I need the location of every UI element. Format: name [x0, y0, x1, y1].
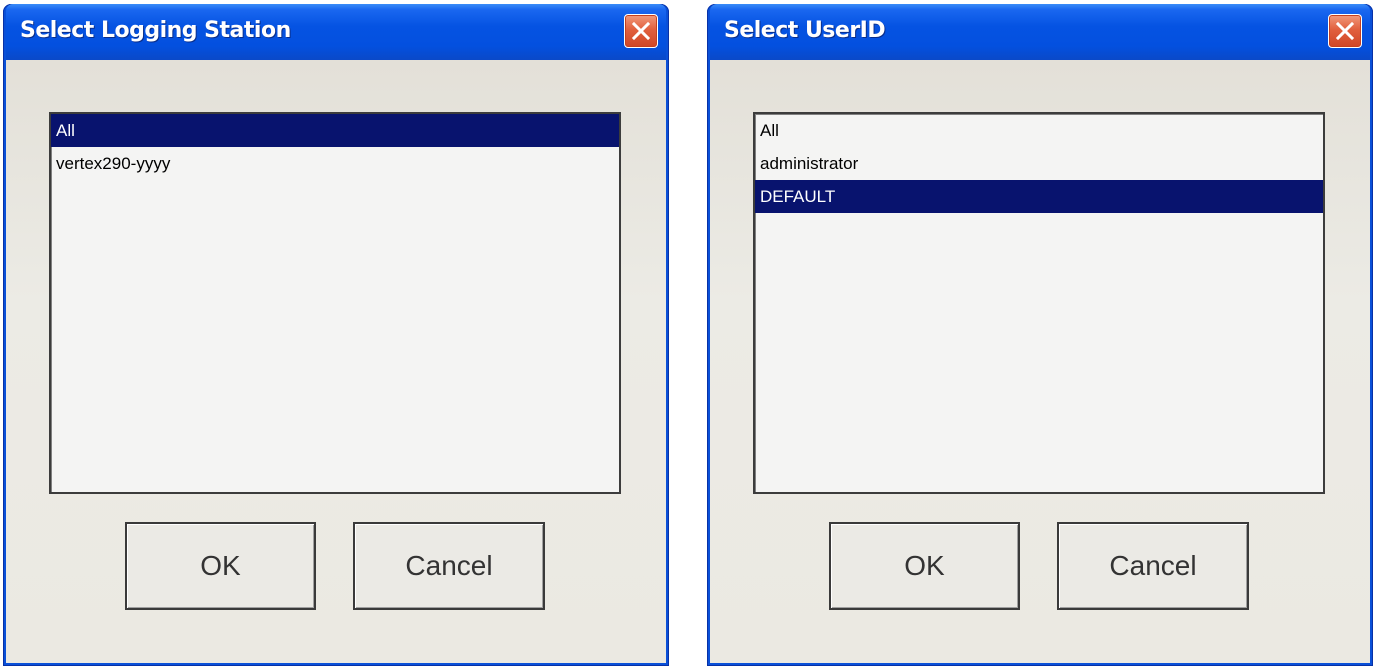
list-item[interactable]: administrator	[755, 147, 1323, 180]
ok-button[interactable]: OK	[125, 522, 316, 610]
station-listbox[interactable]: All vertex290-yyyy	[49, 112, 621, 494]
title-bar[interactable]: Select UserID	[710, 4, 1370, 60]
ok-button[interactable]: OK	[829, 522, 1020, 610]
close-icon	[1336, 22, 1354, 40]
title-bar[interactable]: Select Logging Station	[6, 4, 666, 60]
close-icon	[632, 22, 650, 40]
dialog-client-area: All vertex290-yyyy OK Cancel	[6, 60, 666, 663]
dialog-title: Select Logging Station	[20, 18, 291, 43]
list-item[interactable]: vertex290-yyyy	[51, 147, 619, 180]
userid-listbox[interactable]: All administrator DEFAULT	[753, 112, 1325, 494]
close-button[interactable]	[624, 14, 658, 48]
select-logging-station-dialog: Select Logging Station All vertex290-yyy…	[3, 4, 669, 666]
close-button[interactable]	[1328, 14, 1362, 48]
dialog-title: Select UserID	[724, 18, 886, 43]
select-userid-dialog: Select UserID All administrator DEFAULT …	[707, 4, 1373, 666]
list-item[interactable]: All	[755, 114, 1323, 147]
list-item[interactable]: DEFAULT	[755, 180, 1323, 213]
dialog-client-area: All administrator DEFAULT OK Cancel	[710, 60, 1370, 663]
cancel-button[interactable]: Cancel	[1057, 522, 1249, 610]
cancel-button[interactable]: Cancel	[353, 522, 545, 610]
list-item[interactable]: All	[51, 114, 619, 147]
